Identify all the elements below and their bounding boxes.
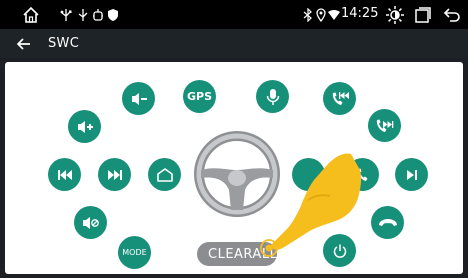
usb-icon xyxy=(76,0,90,29)
usb-icon xyxy=(58,0,74,29)
play-pause-button[interactable] xyxy=(395,158,428,191)
page-title: SWC xyxy=(48,36,80,51)
recent-apps-icon[interactable] xyxy=(413,0,433,29)
mode-button[interactable]: MODE xyxy=(118,236,151,269)
call-next-button[interactable] xyxy=(368,109,401,142)
call-previous-button[interactable] xyxy=(323,82,356,115)
bluetooth-icon xyxy=(302,0,314,29)
clock: 14:25 xyxy=(341,6,379,21)
home-icon[interactable] xyxy=(20,0,42,29)
title-bar: SWC xyxy=(0,29,468,58)
location-icon xyxy=(315,0,327,29)
hang-up-button[interactable] xyxy=(371,206,404,239)
pointing-hand-icon xyxy=(256,150,371,264)
gps-button[interactable]: GPS xyxy=(183,80,216,113)
shield-icon xyxy=(106,0,120,29)
status-bar: 14:25 xyxy=(0,0,468,29)
voice-button[interactable] xyxy=(256,80,289,113)
arrow-left-icon[interactable] xyxy=(14,34,34,54)
android-debug-icon xyxy=(91,0,105,29)
back-icon[interactable] xyxy=(443,0,461,29)
next-track-button[interactable] xyxy=(98,158,131,191)
mute-button[interactable] xyxy=(74,206,107,239)
microphone-icon xyxy=(266,88,279,105)
wifi-icon xyxy=(328,0,340,29)
previous-track-button[interactable] xyxy=(48,158,81,191)
brightness-icon[interactable] xyxy=(384,0,406,29)
volume-up-button[interactable] xyxy=(68,110,101,143)
volume-down-button[interactable] xyxy=(122,82,155,115)
home-button[interactable] xyxy=(148,158,181,191)
